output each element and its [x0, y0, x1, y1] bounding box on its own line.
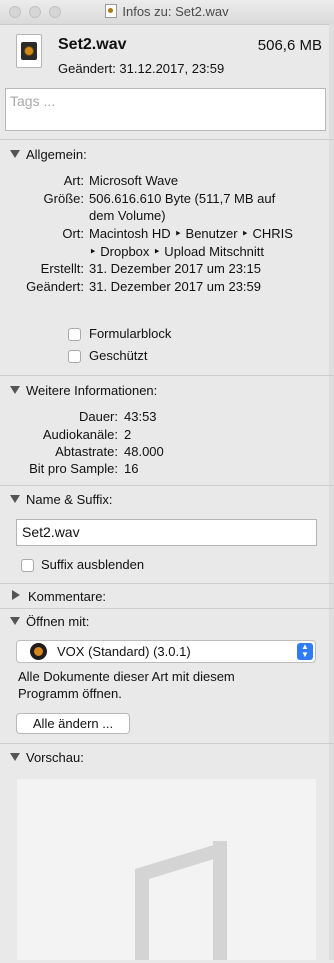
size-value: 506.616.610 Byte (511,7 MB auf [89, 191, 276, 206]
popup-arrows-icon: ▲ ▼ [297, 643, 313, 660]
section-comments-header[interactable]: Kommentare: [10, 589, 106, 604]
duration-value: 43:53 [124, 409, 157, 424]
section-more-info-title: Weitere Informationen: [26, 383, 158, 398]
section-open-with-header[interactable]: Öffnen mit: [10, 614, 89, 629]
kind-label: Art: [63, 173, 84, 188]
divider [0, 583, 334, 584]
window-title-text: Infos zu: Set2.wav [122, 4, 229, 19]
size-label: Größe: [43, 191, 84, 206]
open-with-select[interactable]: VOX (Standard) (3.0.1) ▲ ▼ [16, 640, 316, 663]
open-with-note-line1: Alle Dokumente dieser Art mit diesem [18, 669, 235, 684]
open-with-note-line2: Programm öffnen. [18, 686, 122, 701]
preview-area [17, 779, 316, 960]
document-icon [105, 4, 118, 18]
open-with-selected: VOX (Standard) (3.0.1) [57, 644, 191, 659]
file-name: Set2.wav [58, 36, 127, 53]
created-value: 31. Dezember 2017 um 23:15 [89, 261, 261, 276]
modified-label: Geändert: [26, 279, 84, 294]
disclosure-down-icon [10, 753, 20, 761]
file-modified: Geändert: 31.12.2017, 23:59 [58, 61, 225, 76]
sample-rate-value: 48.000 [124, 444, 164, 459]
kind-value: Microsoft Wave [89, 173, 179, 188]
scrollbar[interactable] [329, 24, 334, 960]
divider [0, 743, 334, 744]
disclosure-down-icon [10, 617, 20, 625]
disclosure-down-icon [10, 150, 20, 158]
size-value-cont: dem Volume) [89, 208, 166, 223]
change-all-button[interactable]: Alle ändern ... [16, 713, 130, 734]
section-general-header[interactable]: Allgemein: [10, 147, 87, 162]
channels-value: 2 [124, 427, 132, 442]
section-comments-title: Kommentare: [28, 589, 107, 604]
divider [0, 485, 334, 486]
sample-rate-label: Abtastrate: [55, 444, 118, 459]
duration-label: Dauer: [78, 409, 118, 424]
section-more-info-header[interactable]: Weitere Informationen: [10, 383, 157, 398]
modified-value: 31. Dezember 2017 um 23:59 [89, 279, 261, 294]
section-preview-title: Vorschau: [26, 750, 84, 765]
vox-app-icon [30, 643, 47, 660]
divider [0, 375, 334, 376]
where-label: Ort: [62, 226, 84, 241]
channels-label: Audiokanäle: [42, 427, 118, 442]
name-field[interactable]: Set2.wav [16, 519, 317, 546]
locked-label: Geschützt [89, 348, 148, 363]
disclosure-down-icon [10, 495, 20, 503]
section-preview-header[interactable]: Vorschau: [10, 750, 84, 765]
window-title: Infos zu: Set2.wav [0, 4, 334, 19]
file-size: 506,6 MB [257, 37, 322, 54]
created-label: Erstellt: [40, 261, 84, 276]
locked-checkbox[interactable] [68, 350, 81, 363]
disclosure-down-icon [10, 386, 20, 394]
stationery-label: Formularblock [89, 326, 172, 341]
stationery-checkbox[interactable] [68, 328, 81, 341]
tags-input[interactable]: Tags ... [5, 88, 326, 131]
section-open-with-title: Öffnen mit: [26, 614, 90, 629]
section-name-title: Name & Suffix: [26, 492, 113, 507]
music-note-icon [135, 841, 227, 960]
bit-depth-label: Bit pro Sample: [29, 461, 118, 476]
title-bar: Infos zu: Set2.wav [0, 0, 334, 25]
divider [0, 608, 334, 609]
bit-depth-value: 16 [124, 461, 139, 476]
section-name-header[interactable]: Name & Suffix: [10, 492, 112, 507]
divider [0, 139, 334, 140]
hide-extension-checkbox[interactable] [21, 559, 34, 572]
hide-extension-label: Suffix ausblenden [41, 557, 145, 572]
where-value: Macintosh HD ‣ Benutzer ‣ CHRIS [89, 226, 293, 241]
where-value-cont: ‣ Dropbox ‣ Upload Mitschnitt [89, 244, 265, 259]
audio-file-icon [16, 34, 42, 68]
section-general-title: Allgemein: [26, 147, 87, 162]
disclosure-right-icon [12, 590, 20, 600]
